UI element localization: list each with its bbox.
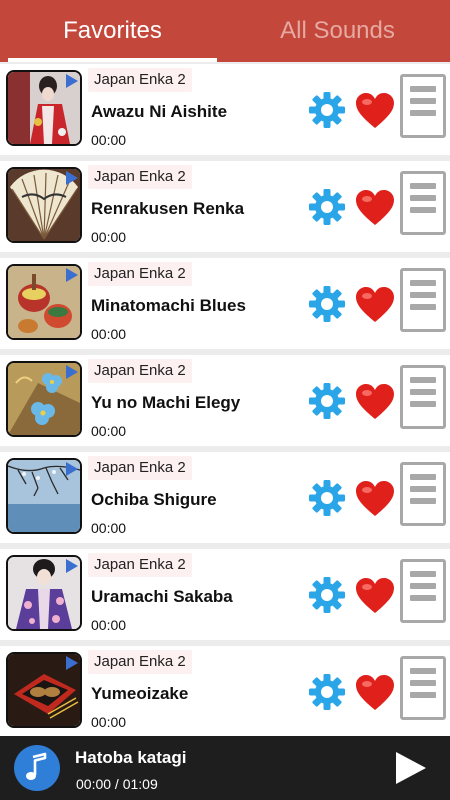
gear-icon[interactable] xyxy=(307,381,347,421)
thumbnail[interactable] xyxy=(6,167,82,243)
list-item[interactable]: Japan Enka 2 Renrakusen Renka 00:00 xyxy=(0,161,450,252)
song-time: 00:00 xyxy=(91,423,127,439)
play-triangle-icon xyxy=(66,171,78,185)
album-tag: Japan Enka 2 xyxy=(88,68,192,92)
thumbnail[interactable] xyxy=(6,555,82,631)
play-triangle-icon xyxy=(66,462,78,476)
song-title: Ochiba Shigure xyxy=(91,490,217,509)
tab-all-sounds-label: All Sounds xyxy=(280,17,395,44)
thumbnail[interactable] xyxy=(6,264,82,340)
tab-favorites[interactable]: Favorites xyxy=(0,0,225,62)
document-icon[interactable] xyxy=(400,462,446,526)
album-tag: Japan Enka 2 xyxy=(88,359,192,383)
thumbnail[interactable] xyxy=(6,70,82,146)
document-icon[interactable] xyxy=(400,559,446,623)
song-title: Yu no Machi Elegy xyxy=(91,393,241,412)
song-time: 00:00 xyxy=(91,229,127,245)
play-triangle-icon xyxy=(66,74,78,88)
music-note-button[interactable] xyxy=(14,745,60,791)
song-time: 00:00 xyxy=(91,617,127,633)
sound-list[interactable]: Japan Enka 2 Awazu Ni Aishite 00:00 Japa… xyxy=(0,64,450,736)
now-playing-time: 00:00 / 01:09 xyxy=(76,776,158,792)
list-item[interactable]: Japan Enka 2 Minatomachi Blues 00:00 xyxy=(0,258,450,349)
song-title: Awazu Ni Aishite xyxy=(91,102,228,121)
tab-bar: Favorites All Sounds xyxy=(0,0,450,62)
heart-icon[interactable] xyxy=(355,577,395,615)
album-tag: Japan Enka 2 xyxy=(88,456,192,480)
thumbnail[interactable] xyxy=(6,458,82,534)
song-title: Renrakusen Renka xyxy=(91,199,245,218)
gear-icon[interactable] xyxy=(307,672,347,712)
album-tag: Japan Enka 2 xyxy=(88,650,192,674)
gear-icon[interactable] xyxy=(307,478,347,518)
song-time: 00:00 xyxy=(91,132,127,148)
play-icon[interactable] xyxy=(396,752,426,784)
thumbnail[interactable] xyxy=(6,652,82,728)
heart-icon[interactable] xyxy=(355,286,395,324)
now-playing-bar: Hatoba katagi 00:00 / 01:09 xyxy=(0,736,450,800)
document-icon[interactable] xyxy=(400,74,446,138)
tab-favorites-label: Favorites xyxy=(63,17,162,44)
heart-icon[interactable] xyxy=(355,383,395,421)
play-triangle-icon xyxy=(66,656,78,670)
play-triangle-icon xyxy=(66,559,78,573)
thumbnail[interactable] xyxy=(6,361,82,437)
play-triangle-icon xyxy=(66,268,78,282)
gear-icon[interactable] xyxy=(307,90,347,130)
document-icon[interactable] xyxy=(400,171,446,235)
music-note-icon xyxy=(26,752,47,780)
gear-icon[interactable] xyxy=(307,187,347,227)
song-time: 00:00 xyxy=(91,520,127,536)
song-title: Yumeoizake xyxy=(91,684,189,703)
song-time: 00:00 xyxy=(91,714,127,730)
document-icon[interactable] xyxy=(400,365,446,429)
list-item[interactable]: Japan Enka 2 Yumeoizake 00:00 xyxy=(0,646,450,736)
song-title: Minatomachi Blues xyxy=(91,296,246,315)
album-tag: Japan Enka 2 xyxy=(88,262,192,286)
album-tag: Japan Enka 2 xyxy=(88,553,192,577)
heart-icon[interactable] xyxy=(355,674,395,712)
now-playing-title: Hatoba katagi xyxy=(75,748,187,767)
album-tag: Japan Enka 2 xyxy=(88,165,192,189)
heart-icon[interactable] xyxy=(355,92,395,130)
song-time: 00:00 xyxy=(91,326,127,342)
play-triangle-icon xyxy=(66,365,78,379)
gear-icon[interactable] xyxy=(307,284,347,324)
list-item[interactable]: Japan Enka 2 Yu no Machi Elegy 00:00 xyxy=(0,355,450,446)
list-item[interactable]: Japan Enka 2 Ochiba Shigure 00:00 xyxy=(0,452,450,543)
list-item[interactable]: Japan Enka 2 Uramachi Sakaba 00:00 xyxy=(0,549,450,640)
song-title: Uramachi Sakaba xyxy=(91,587,233,606)
document-icon[interactable] xyxy=(400,656,446,720)
heart-icon[interactable] xyxy=(355,480,395,518)
document-icon[interactable] xyxy=(400,268,446,332)
list-item[interactable]: Japan Enka 2 Awazu Ni Aishite 00:00 xyxy=(0,64,450,155)
tab-all-sounds[interactable]: All Sounds xyxy=(225,0,450,62)
gear-icon[interactable] xyxy=(307,575,347,615)
heart-icon[interactable] xyxy=(355,189,395,227)
active-tab-indicator xyxy=(8,58,217,62)
